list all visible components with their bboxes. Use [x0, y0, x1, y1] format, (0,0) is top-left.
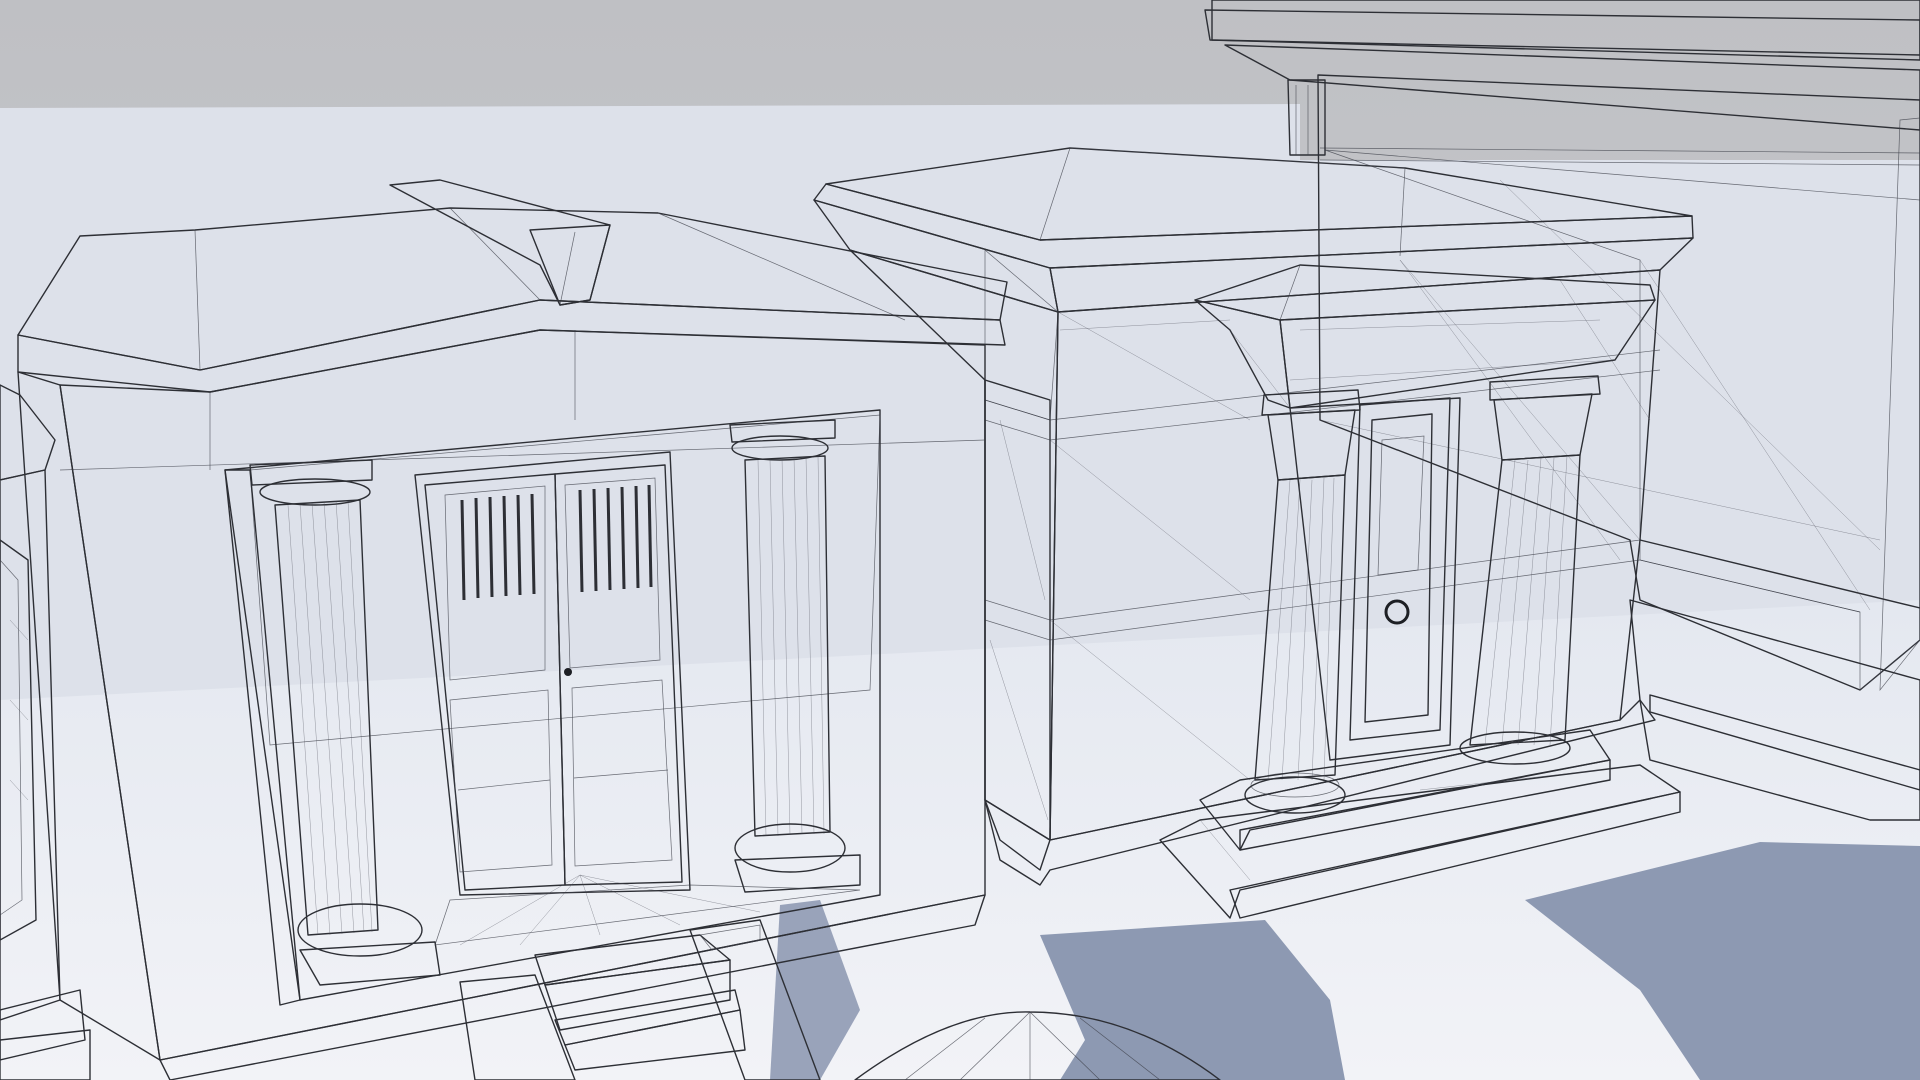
render-viewport — [0, 0, 1920, 1080]
mausoleum-scene — [0, 0, 1920, 1080]
door-handle — [564, 668, 572, 676]
